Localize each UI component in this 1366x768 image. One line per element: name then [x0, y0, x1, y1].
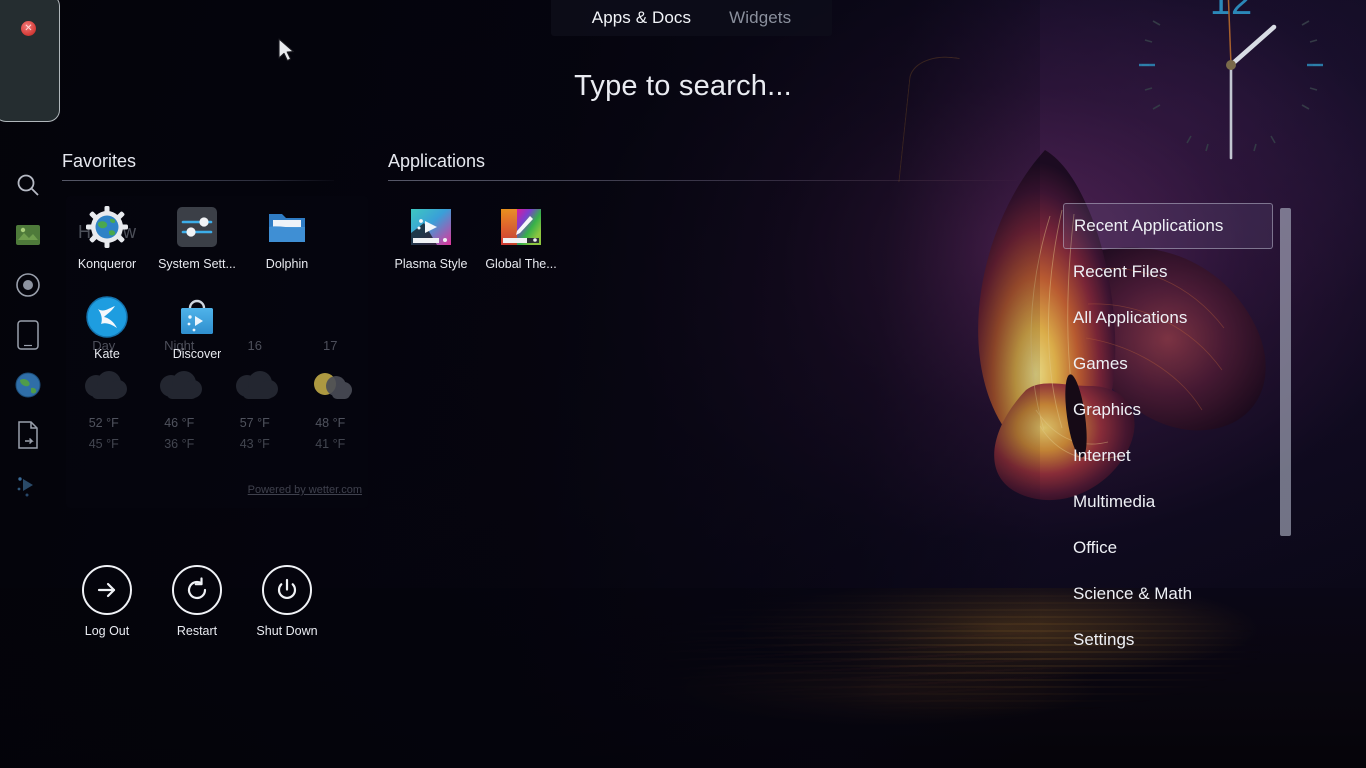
app-label: Konqueror [77, 257, 137, 271]
device-icon[interactable] [0, 310, 56, 360]
logout-arrow-icon [82, 565, 132, 615]
search-icon[interactable] [0, 160, 56, 210]
tab-apps-and-docs[interactable]: Apps & Docs [592, 8, 691, 28]
applications-divider [388, 180, 1017, 181]
session-label: Shut Down [256, 624, 318, 638]
app-label: Discover [172, 347, 222, 361]
category-item-all-applications[interactable]: All Applications [1063, 295, 1273, 341]
globe-icon[interactable] [0, 360, 56, 410]
system-settings-icon [174, 204, 220, 250]
kate-icon [84, 294, 130, 340]
category-item-office[interactable]: Office [1063, 525, 1273, 571]
applications-header: Applications [388, 151, 486, 171]
weather-high: 52 °F [88, 416, 119, 430]
global-theme-icon [498, 204, 544, 250]
clock-center-pin [1226, 60, 1236, 70]
tab-widgets[interactable]: Widgets [729, 8, 791, 28]
session-label: Log Out [84, 624, 130, 638]
category-item-games[interactable]: Games [1063, 341, 1273, 387]
weather-low: 43 °F [239, 437, 270, 451]
restart-button[interactable]: Restart [152, 565, 242, 638]
discover-icon [174, 294, 220, 340]
category-item-internet[interactable]: Internet [1063, 433, 1273, 479]
category-item-recent-files[interactable]: Recent Files [1063, 249, 1273, 295]
category-list: Recent Applications Recent Files All App… [1063, 203, 1273, 663]
power-icon [262, 565, 312, 615]
weather-low: 45 °F [88, 437, 119, 451]
app-tile-global-theme[interactable]: Global The... [476, 200, 566, 290]
plasma-style-icon [408, 204, 454, 250]
weather-low: 41 °F [315, 437, 346, 451]
session-actions: Log Out Restart Shut Down [62, 565, 332, 638]
konqueror-icon [84, 204, 130, 250]
category-item-graphics[interactable]: Graphics [1063, 387, 1273, 433]
shutdown-button[interactable]: Shut Down [242, 565, 332, 638]
category-scrollbar[interactable] [1280, 208, 1291, 536]
favorites-header: Favorites [62, 151, 137, 171]
session-label: Restart [176, 624, 218, 638]
favorites-grid: Konqueror System Sett... Dolphin Kate Di… [62, 200, 332, 380]
mouse-cursor [278, 38, 294, 62]
app-tile-plasma-style[interactable]: Plasma Style [386, 200, 476, 290]
app-label: Dolphin [265, 257, 309, 271]
clock-hour-hand [1228, 24, 1277, 68]
weather-low: 36 °F [164, 437, 195, 451]
category-item-recent-applications[interactable]: Recent Applications [1063, 203, 1273, 249]
app-tile-konqueror[interactable]: Konqueror [62, 200, 152, 290]
app-tile-discover[interactable]: Discover [152, 290, 242, 380]
category-item-multimedia[interactable]: Multimedia [1063, 479, 1273, 525]
logout-button[interactable]: Log Out [62, 565, 152, 638]
app-label: Kate [94, 347, 120, 361]
desktop-icon-strip [0, 160, 56, 510]
category-item-science-and-math[interactable]: Science & Math [1063, 571, 1273, 617]
launcher-tabbar: Apps & Docs Widgets [551, 0, 832, 36]
clock-12-marker: 12 [1210, 0, 1252, 23]
document-icon[interactable] [0, 410, 56, 460]
app-tile-kate[interactable]: Kate [62, 290, 152, 380]
dolphin-folder-icon [264, 204, 310, 250]
weather-high: 48 °F [315, 416, 346, 430]
app-label: Plasma Style [394, 257, 468, 271]
app-tile-system-settings[interactable]: System Sett... [152, 200, 242, 290]
close-icon[interactable]: ✕ [21, 21, 36, 36]
weather-high: 57 °F [239, 416, 270, 430]
app-label: System Sett... [158, 257, 236, 271]
plasma-icon[interactable] [0, 460, 56, 510]
search-input[interactable]: Type to search... [0, 70, 1366, 103]
app-tile-dolphin[interactable]: Dolphin [242, 200, 332, 290]
corner-panel[interactable]: ✕ [0, 0, 60, 122]
record-icon[interactable] [0, 260, 56, 310]
app-label: Global The... [485, 257, 557, 271]
weather-credit-link[interactable]: Powered by wetter.com [248, 484, 362, 496]
applications-grid: Plasma Style Global The... [386, 200, 656, 290]
weather-high: 46 °F [164, 416, 195, 430]
category-item-settings[interactable]: Settings [1063, 617, 1273, 663]
restart-icon [172, 565, 222, 615]
favorites-divider [62, 180, 334, 181]
image-icon[interactable] [0, 210, 56, 260]
